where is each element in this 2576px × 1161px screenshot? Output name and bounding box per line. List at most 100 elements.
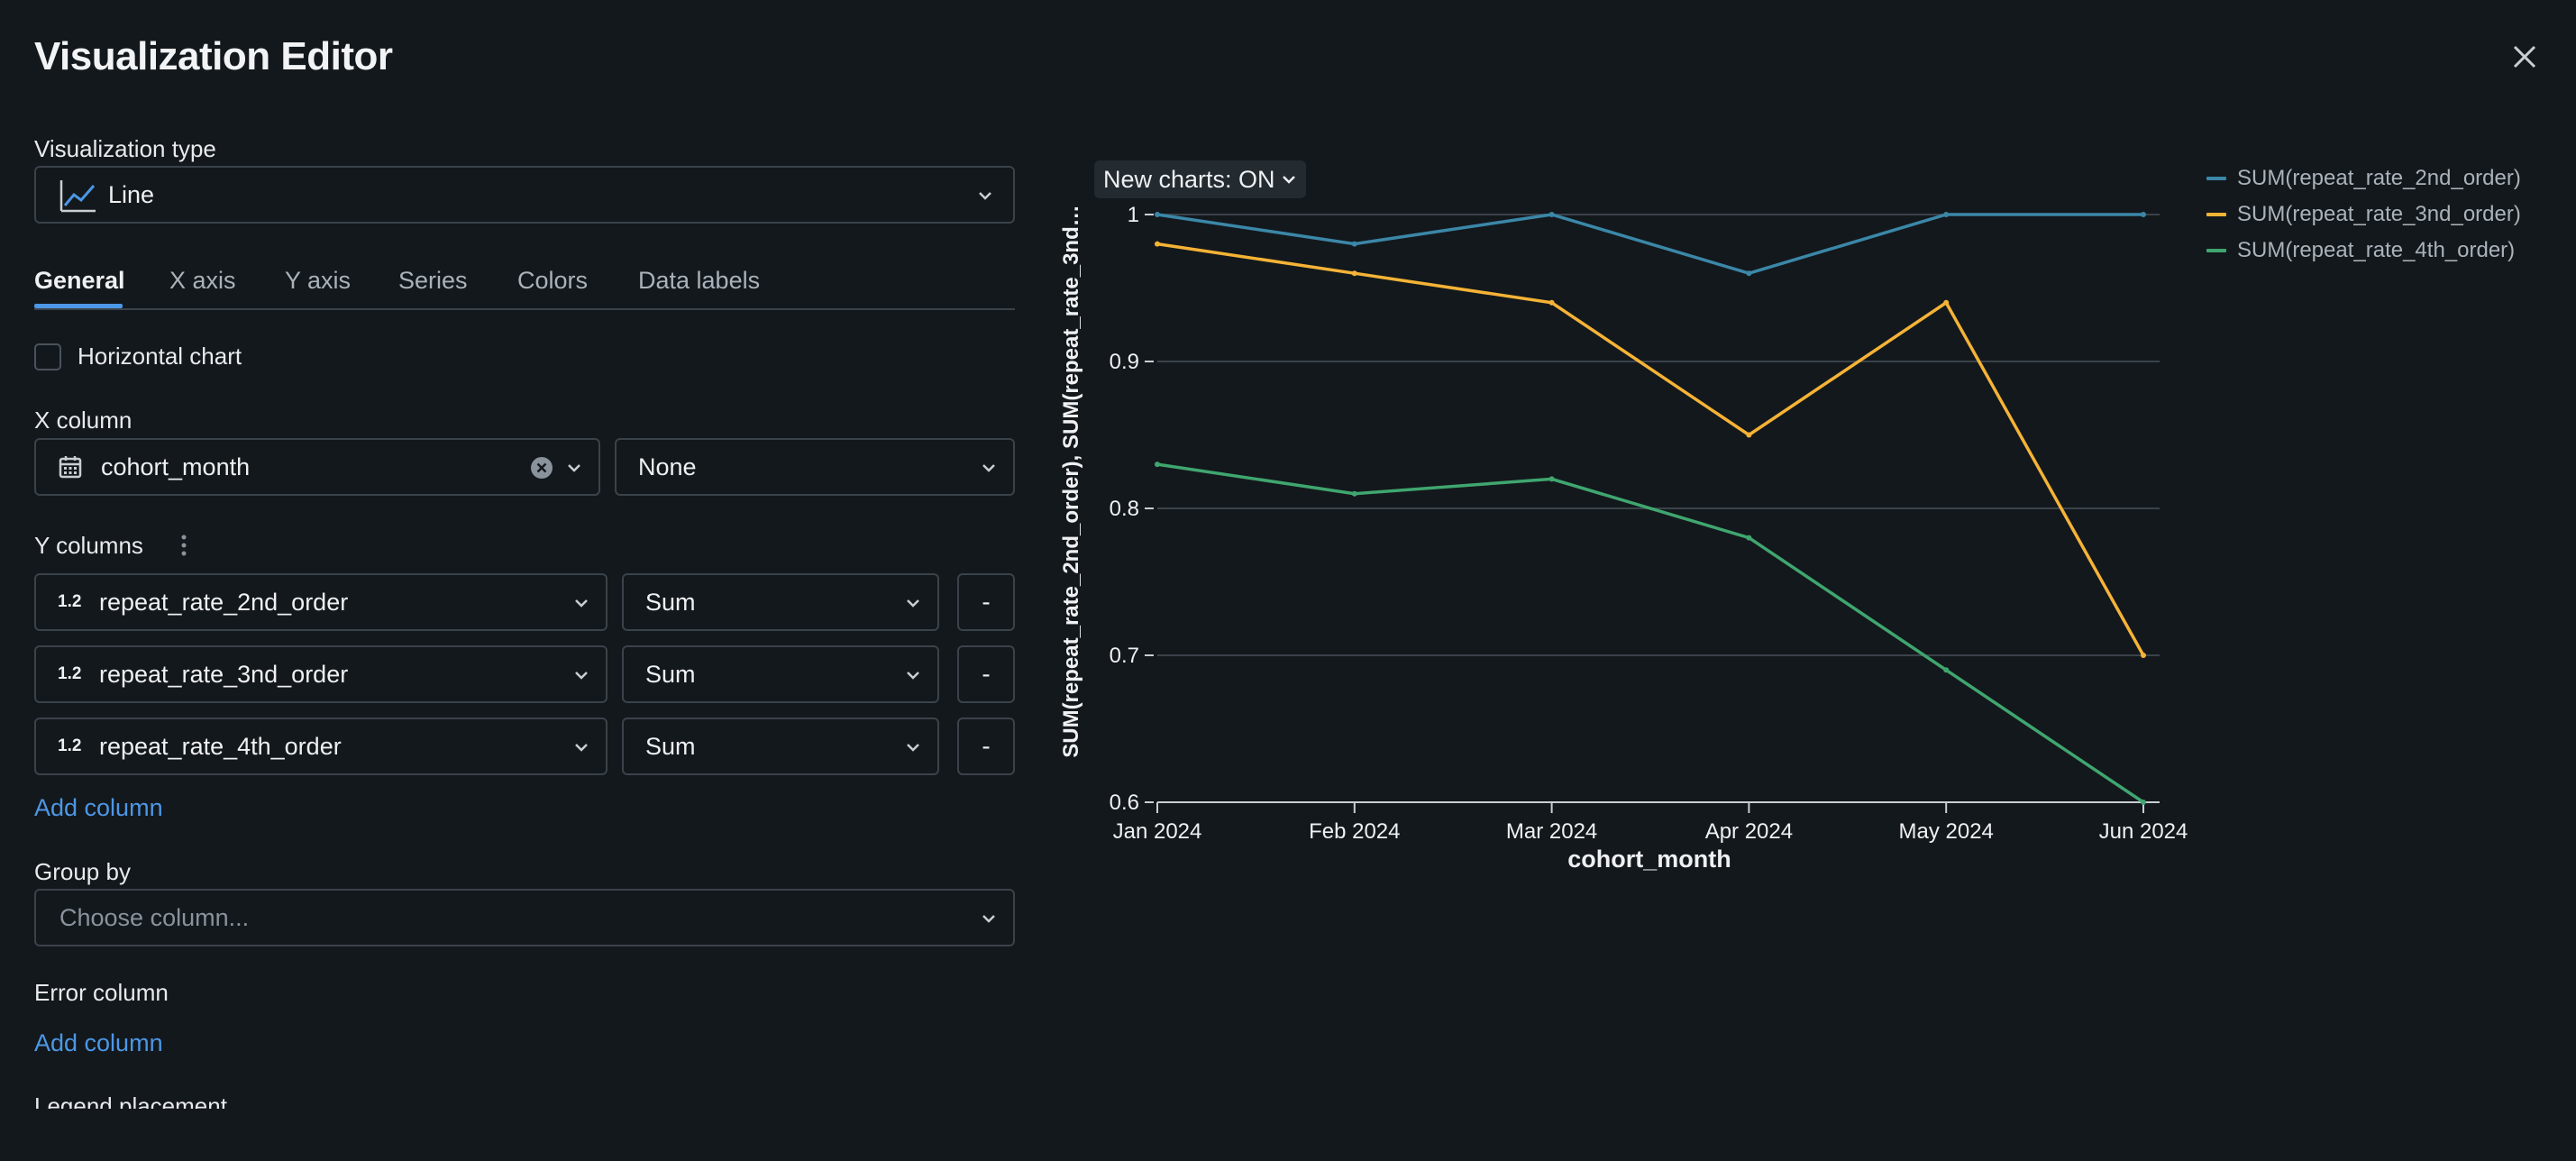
- legend-swatch: [2206, 249, 2226, 252]
- close-button[interactable]: [2507, 40, 2542, 74]
- viz-type-value: Line: [108, 180, 155, 208]
- settings-tabs: General X axis Y axis Series Colors Data…: [34, 263, 1015, 310]
- more-options-icon[interactable]: [177, 532, 191, 559]
- legend-item[interactable]: SUM(repeat_rate_4th_order): [2206, 233, 2521, 269]
- y-tick-label: 0.9: [1110, 350, 1139, 374]
- data-point[interactable]: [2141, 800, 2146, 805]
- x-column-select[interactable]: cohort_month: [34, 438, 600, 496]
- y-column-select[interactable]: 1.2 repeat_rate_3nd_order: [34, 645, 607, 703]
- chevron-down-icon: [575, 744, 588, 752]
- chevron-down-icon: [979, 192, 991, 200]
- numeric-type-icon: 1.2: [58, 592, 82, 611]
- data-point[interactable]: [1943, 667, 1950, 673]
- x-tick-label: Jan 2024: [1113, 819, 1202, 844]
- x-tick-label: May 2024: [1898, 819, 1993, 844]
- aggregation-value: Sum: [645, 732, 696, 760]
- data-point[interactable]: [2141, 212, 2146, 217]
- data-point[interactable]: [1943, 299, 1950, 306]
- y-tick-label: 1: [1128, 203, 1139, 227]
- group-by-label: Group by: [34, 858, 131, 885]
- y-axis: 0.6 0.7 0.8 0.9 1: [1110, 203, 1154, 815]
- x-scale-select[interactable]: None: [615, 438, 1015, 496]
- x-tick-label: Feb 2024: [1309, 819, 1400, 844]
- legend-placement-label: Legend placement: [34, 1092, 227, 1109]
- tab-y-axis[interactable]: Y axis: [285, 267, 351, 295]
- y-column-value: repeat_rate_3nd_order: [99, 660, 349, 688]
- series-line[interactable]: [1156, 242, 2145, 656]
- y-tick-label: 0.7: [1110, 644, 1139, 668]
- data-point[interactable]: [1943, 212, 1950, 217]
- data-point[interactable]: [1746, 432, 1752, 438]
- chevron-down-icon: [907, 599, 919, 608]
- legend-label: SUM(repeat_rate_2nd_order): [2237, 166, 2521, 190]
- line-chart-icon: [59, 180, 96, 213]
- aggregation-select[interactable]: Sum: [622, 573, 939, 631]
- clear-icon[interactable]: [530, 456, 553, 480]
- remove-y-column-button[interactable]: -: [957, 573, 1015, 631]
- x-scale-value: None: [638, 453, 697, 480]
- y-columns-label: Y columns: [34, 532, 143, 559]
- chevron-down-icon: [575, 599, 588, 608]
- tab-data-labels[interactable]: Data labels: [638, 267, 760, 295]
- aggregation-value: Sum: [645, 660, 696, 688]
- y-tick-label: 0.6: [1110, 791, 1139, 815]
- legend-swatch: [2206, 177, 2226, 180]
- legend-label: SUM(repeat_rate_3nd_order): [2237, 202, 2521, 226]
- data-point[interactable]: [1155, 241, 1160, 247]
- remove-y-column-button[interactable]: -: [957, 718, 1015, 775]
- chevron-down-icon: [982, 464, 995, 472]
- add-error-column-link[interactable]: Add column: [34, 1029, 163, 1057]
- data-point[interactable]: [1155, 212, 1160, 217]
- tab-general[interactable]: General: [34, 267, 125, 295]
- x-column-value: cohort_month: [101, 453, 251, 480]
- chevron-down-icon: [907, 672, 919, 680]
- calendar-icon: [59, 456, 82, 479]
- tab-x-axis[interactable]: X axis: [169, 267, 236, 295]
- legend-item[interactable]: SUM(repeat_rate_2nd_order): [2206, 160, 2521, 197]
- data-point[interactable]: [1155, 462, 1160, 468]
- x-tick-label: Jun 2024: [2099, 819, 2188, 844]
- chevron-down-icon: [907, 744, 919, 752]
- chevron-down-icon: [982, 915, 995, 923]
- chevron-down-icon: [575, 672, 588, 680]
- y-column-select[interactable]: 1.2 repeat_rate_2nd_order: [34, 573, 607, 631]
- settings-panel: Visualization type Line General X axis Y…: [0, 0, 1028, 1109]
- error-column-label: Error column: [34, 979, 169, 1006]
- x-column-label: X column: [34, 407, 132, 434]
- data-point[interactable]: [1746, 535, 1752, 541]
- legend-item[interactable]: SUM(repeat_rate_3nd_order): [2206, 197, 2521, 233]
- viz-type-select[interactable]: Line: [34, 166, 1015, 224]
- aggregation-select[interactable]: Sum: [622, 645, 939, 703]
- chart-legend: SUM(repeat_rate_2nd_order) SUM(repeat_rat…: [2206, 160, 2521, 269]
- horizontal-chart-checkbox[interactable]: [34, 343, 61, 370]
- numeric-type-icon: 1.2: [58, 664, 82, 683]
- active-tab-indicator: [34, 304, 123, 308]
- numeric-type-icon: 1.2: [58, 736, 82, 755]
- data-point[interactable]: [1746, 270, 1752, 277]
- x-tick-label: Mar 2024: [1506, 819, 1597, 844]
- group-by-placeholder: Choose column...: [59, 903, 250, 931]
- tab-colors[interactable]: Colors: [517, 267, 588, 295]
- data-point[interactable]: [1351, 241, 1357, 247]
- group-by-select[interactable]: Choose column...: [34, 889, 1015, 946]
- y-tick-label: 0.8: [1110, 497, 1139, 521]
- data-point[interactable]: [1548, 476, 1555, 482]
- add-y-column-link[interactable]: Add column: [34, 794, 163, 822]
- viz-type-label: Visualization type: [34, 135, 216, 162]
- legend-label: SUM(repeat_rate_4th_order): [2237, 238, 2516, 262]
- series-line[interactable]: [1156, 462, 2144, 804]
- horizontal-chart-label: Horizontal chart: [78, 343, 242, 370]
- aggregation-value: Sum: [645, 588, 696, 616]
- tab-series[interactable]: Series: [398, 267, 468, 295]
- x-axis: Jan 2024 Feb 2024 Mar 2024 Apr 2024 May 2024…: [1113, 801, 2188, 844]
- data-point[interactable]: [1548, 299, 1555, 306]
- remove-y-column-button[interactable]: -: [957, 645, 1015, 703]
- chevron-down-icon: [568, 464, 580, 472]
- y-column-select[interactable]: 1.2 repeat_rate_4th_order: [34, 718, 607, 775]
- data-point[interactable]: [1548, 212, 1555, 217]
- aggregation-select[interactable]: Sum: [622, 718, 939, 775]
- data-point[interactable]: [1351, 490, 1357, 497]
- line-chart: 0.6 0.7 0.8 0.9 1 Jan 2024 Feb 2024 Mar 2024 Ap…: [1059, 203, 2188, 873]
- data-point[interactable]: [2141, 653, 2146, 658]
- data-point[interactable]: [1351, 270, 1357, 277]
